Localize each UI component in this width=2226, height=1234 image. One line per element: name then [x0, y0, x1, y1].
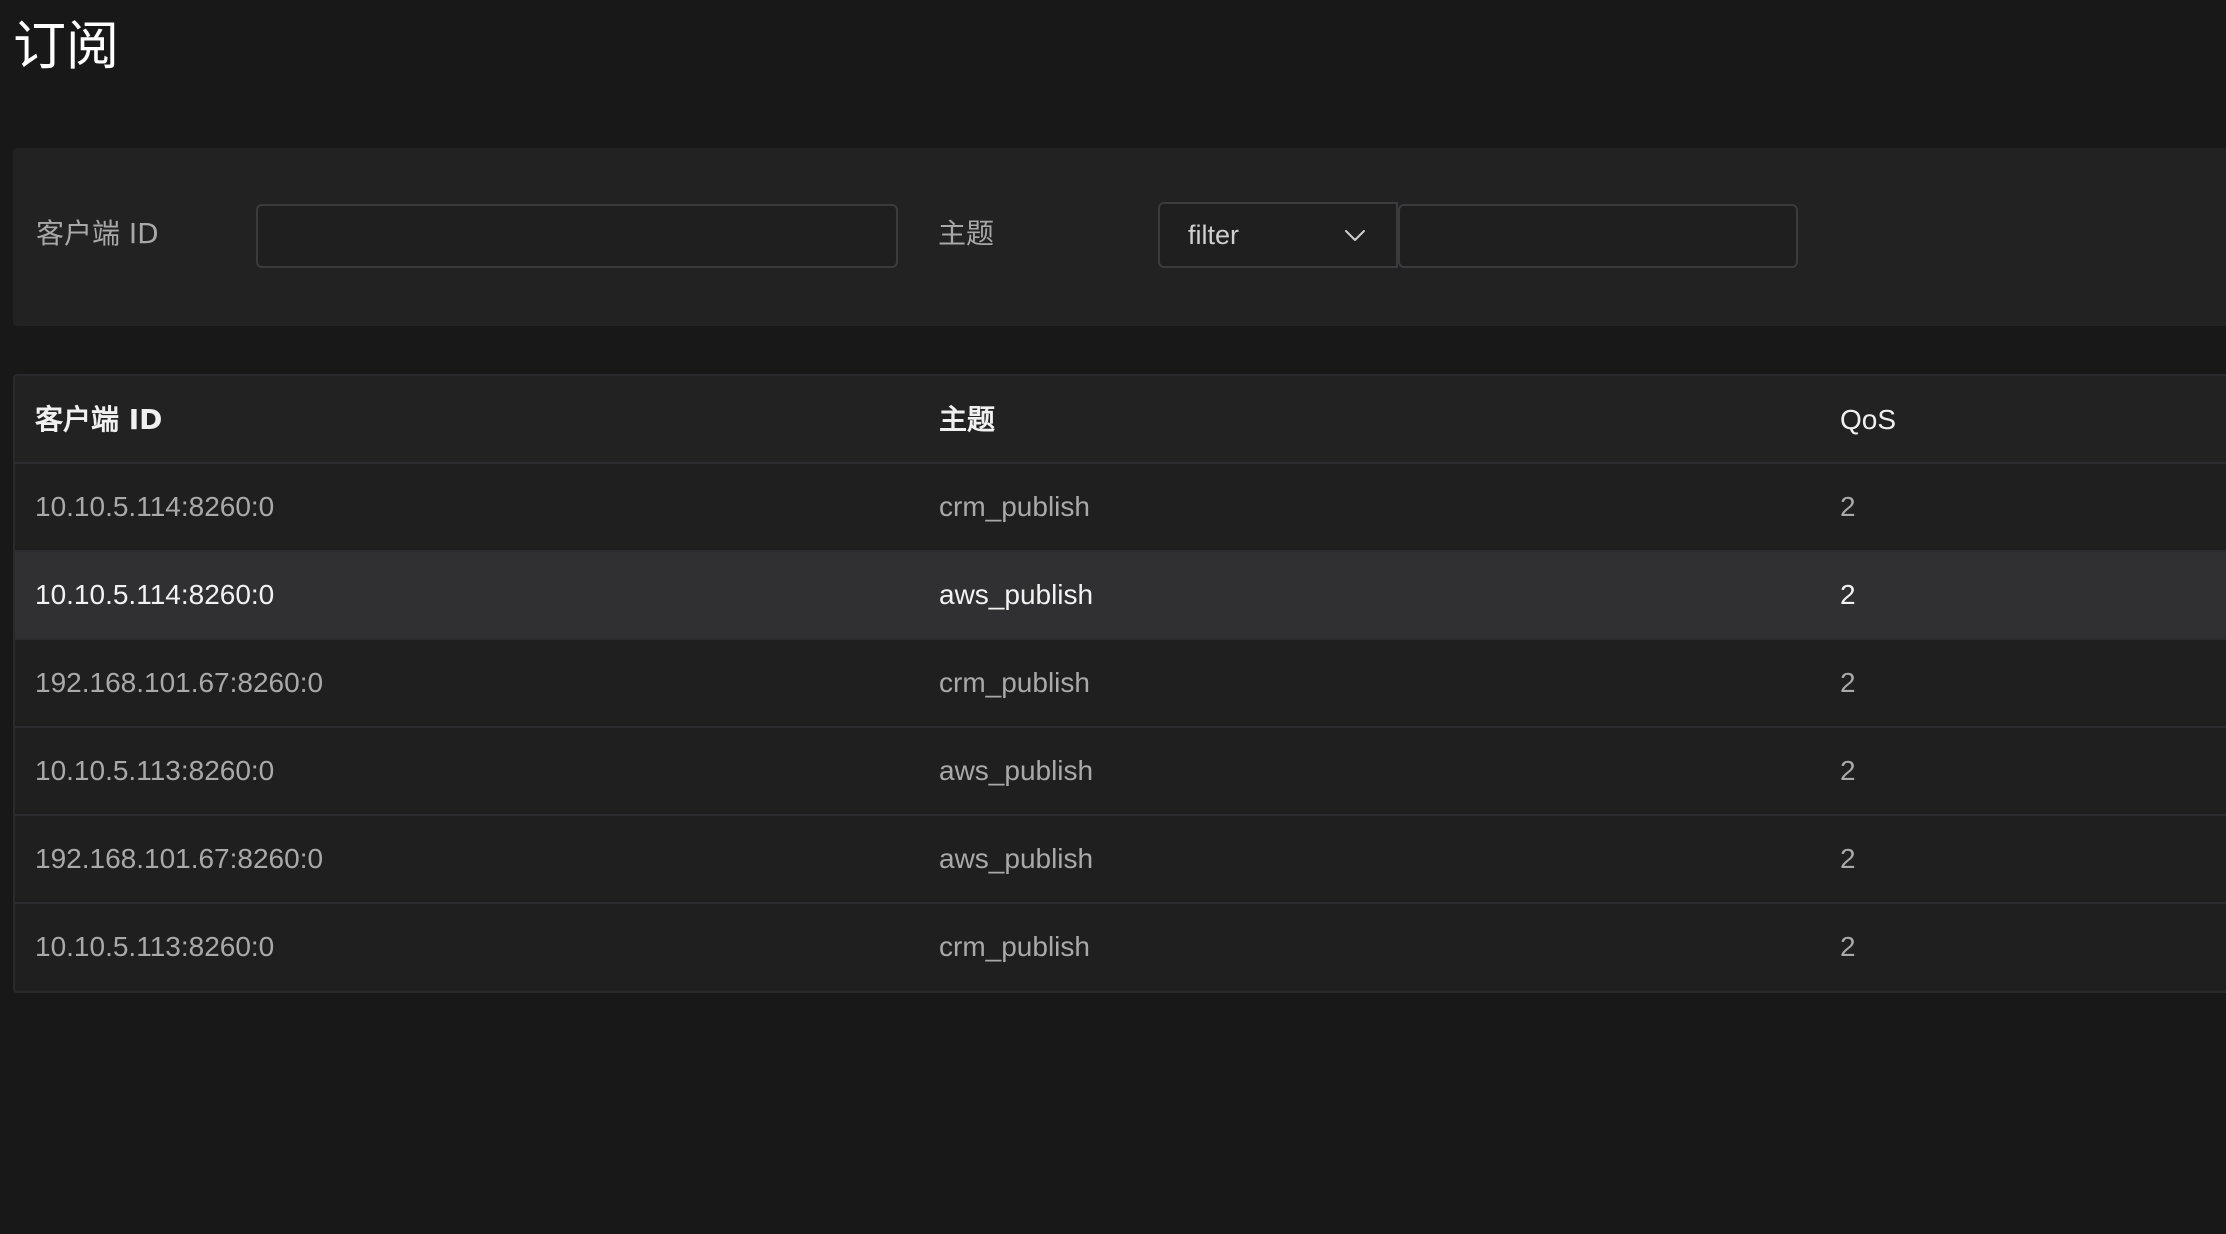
client-id-filter-input[interactable]: [256, 204, 898, 268]
cell-qos: 2: [1840, 931, 1856, 962]
cell-client-id: 192.168.101.67:8260:0: [35, 843, 324, 874]
table-row[interactable]: 10.10.5.114:8260:0 crm_publish 2: [15, 464, 2226, 552]
cell-topic: aws_publish: [939, 843, 1094, 874]
cell-qos: 2: [1840, 755, 1856, 786]
chevron-down-icon: [1342, 222, 1368, 248]
table-header: 客户端 ID 主题 QoS: [15, 376, 2226, 464]
table-row[interactable]: 10.10.5.114:8260:0 aws_publish 2: [15, 552, 2226, 640]
cell-client-id: 192.168.101.67:8260:0: [35, 667, 324, 698]
table-row[interactable]: 10.10.5.113:8260:0 crm_publish 2: [15, 904, 2226, 991]
column-header-client-id[interactable]: 客户端 ID: [35, 376, 162, 464]
table-row[interactable]: 192.168.101.67:8260:0 aws_publish 2: [15, 816, 2226, 904]
topic-filter-label: 主题: [938, 217, 995, 250]
column-header-topic[interactable]: 主题: [939, 376, 995, 464]
column-header-qos[interactable]: QoS: [1840, 376, 1896, 464]
cell-topic: crm_publish: [939, 667, 1090, 698]
client-id-filter-label: 客户端 ID: [36, 217, 159, 250]
cell-qos: 2: [1840, 843, 1856, 874]
cell-topic: crm_publish: [939, 931, 1090, 962]
cell-qos: 2: [1840, 491, 1856, 522]
cell-topic: aws_publish: [939, 579, 1094, 610]
cell-qos: 2: [1840, 667, 1856, 698]
cell-client-id: 10.10.5.114:8260:0: [35, 491, 275, 522]
table-row[interactable]: 10.10.5.113:8260:0 aws_publish 2: [15, 728, 2226, 816]
subscriptions-table: 客户端 ID 主题 QoS 10.10.5.114:8260:0 crm_pub…: [13, 374, 2226, 993]
cell-topic: aws_publish: [939, 755, 1094, 786]
filter-panel: 客户端 ID 主题 filter: [13, 148, 2226, 326]
topic-match-select[interactable]: filter: [1158, 202, 1398, 268]
cell-topic: crm_publish: [939, 491, 1090, 522]
table-row[interactable]: 192.168.101.67:8260:0 crm_publish 2: [15, 640, 2226, 728]
cell-client-id: 10.10.5.114:8260:0: [35, 579, 275, 610]
cell-qos: 2: [1840, 579, 1856, 610]
cell-client-id: 10.10.5.113:8260:0: [35, 755, 275, 786]
topic-filter-input[interactable]: [1398, 204, 1798, 268]
page-title: 订阅: [13, 16, 119, 77]
cell-client-id: 10.10.5.113:8260:0: [35, 931, 275, 962]
topic-match-select-value: filter: [1188, 219, 1240, 250]
